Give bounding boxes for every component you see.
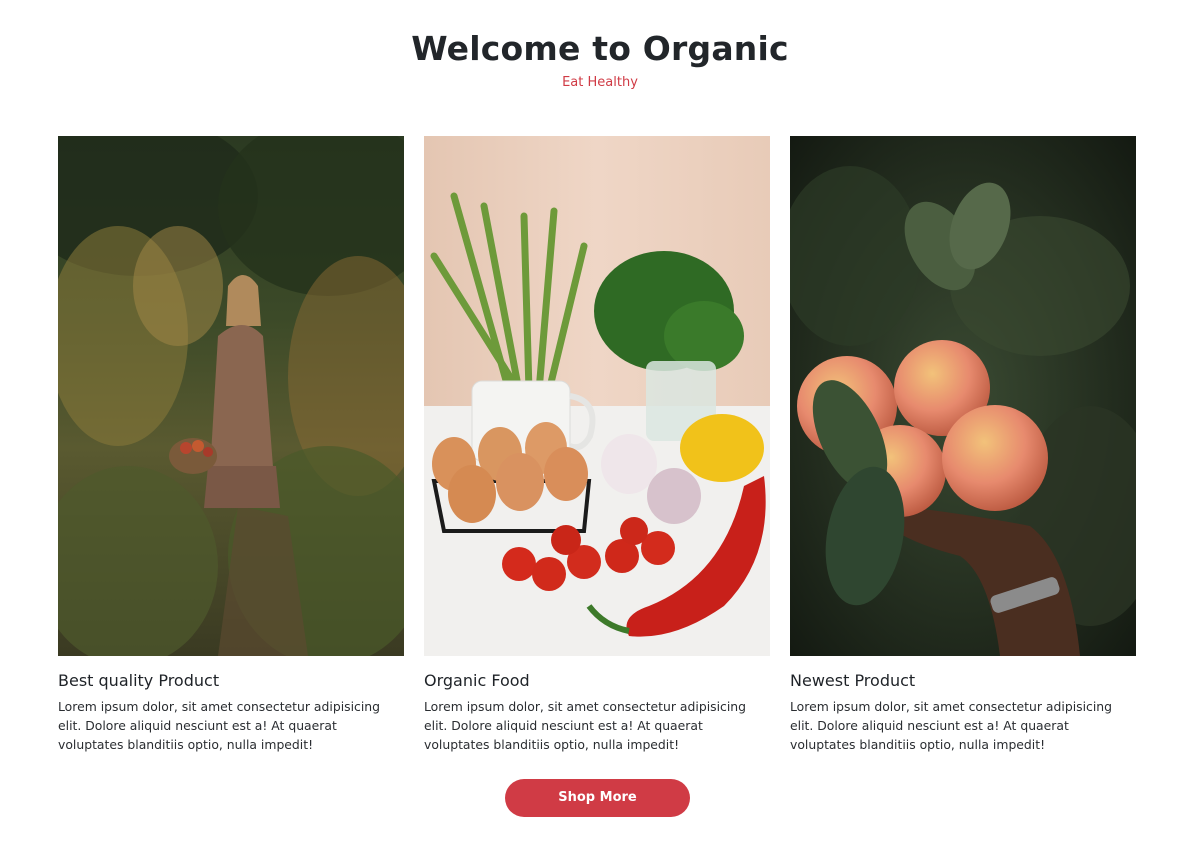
product-card: Newest Product Lorem ipsum dolor, sit am… <box>790 136 1136 754</box>
woman-in-meadow-image <box>58 136 404 656</box>
card-description: Lorem ipsum dolor, sit amet consectetur … <box>790 699 1113 752</box>
hand-holding-apples-image <box>790 136 1136 656</box>
card-description: Lorem ipsum dolor, sit amet consectetur … <box>424 699 747 752</box>
shop-more-button[interactable]: Shop More <box>505 779 690 817</box>
product-card: Organic Food Lorem ipsum dolor, sit amet… <box>424 136 770 754</box>
card-title: Newest Product <box>790 671 916 690</box>
product-card: Best quality Product Lorem ipsum dolor, … <box>58 136 404 754</box>
card-description: Lorem ipsum dolor, sit amet consectetur … <box>58 699 381 752</box>
page-title: Welcome to Organic <box>411 29 789 68</box>
vegetables-and-eggs-image <box>424 136 770 656</box>
product-cards: Best quality Product Lorem ipsum dolor, … <box>58 136 1138 754</box>
page-header: Welcome to Organic Eat Healthy <box>0 28 1200 91</box>
card-title: Organic Food <box>424 671 530 690</box>
page-subtitle: Eat Healthy <box>562 75 638 90</box>
card-title: Best quality Product <box>58 671 220 690</box>
